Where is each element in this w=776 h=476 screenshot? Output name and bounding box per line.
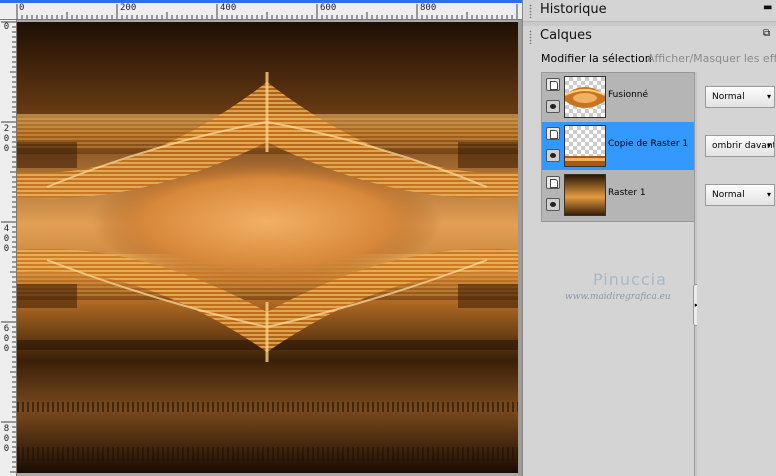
- layer-row-copie-raster-1[interactable]: Copie de Raster 1: [542, 122, 694, 170]
- right-panel-dock: Historique ▬ Calques ⧉ Modifier la sélec…: [522, 0, 776, 476]
- minimize-icon[interactable]: ▬: [763, 3, 773, 13]
- blend-mode-value: Normal: [712, 190, 745, 200]
- show-hide-effects-button[interactable]: Afficher/Masquer les effets: [647, 48, 776, 70]
- vruler-label-800-a: 8: [3, 424, 10, 434]
- vertical-ruler: 0 2 0 0 4 0 0 6 0 0 8 0 0: [0, 20, 17, 476]
- vruler-label-800-b: 0: [3, 434, 10, 444]
- vruler-label-200-c: 0: [3, 144, 10, 154]
- layer-page-icon[interactable]: [546, 176, 560, 189]
- watermark-name: Pinuccia: [593, 270, 667, 289]
- vruler-label-200-b: 0: [3, 134, 10, 144]
- layers-toolbar: Modifier la sélection Afficher/Masquer l…: [523, 48, 776, 70]
- ruler-label-800: 800: [420, 3, 437, 13]
- dropdown-arrow-icon: ▾: [766, 92, 771, 101]
- layer-row-raster-1[interactable]: Raster 1: [542, 171, 694, 219]
- blend-mode-dropdown-raster[interactable]: Normal ▾: [705, 184, 775, 206]
- layer-name: Raster 1: [608, 188, 646, 198]
- vruler-label-400-b: 0: [3, 234, 10, 244]
- vruler-label-600-c: 0: [3, 344, 10, 354]
- watermark-url: www.maidiregrafica.eu: [565, 292, 671, 302]
- ruler-label-200: 200: [120, 3, 137, 13]
- history-panel-title: Historique: [540, 2, 607, 17]
- layer-row-fusionne[interactable]: Fusionné: [542, 73, 694, 121]
- blend-mode-value: ombrir davant…: [712, 141, 774, 151]
- ruler-label-400: 400: [220, 3, 237, 13]
- layers-panel-header[interactable]: Calques ⧉: [523, 26, 776, 48]
- blend-mode-column: Normal ▾ ombrir davant… ▾ Normal ▾: [697, 72, 776, 476]
- horizontal-ruler: 0 200 400 600 800: [0, 0, 522, 20]
- ruler-label-600: 600: [320, 3, 337, 13]
- layer-thumbnail: [564, 76, 606, 118]
- vruler-label-800-c: 0: [3, 444, 10, 454]
- horizontal-ruler-ticks: [16, 4, 518, 19]
- grip-icon: [529, 30, 532, 44]
- layers-panel-title: Calques: [540, 28, 592, 43]
- vruler-label-600-b: 0: [3, 334, 10, 344]
- layer-thumbnail: [564, 174, 606, 216]
- history-panel-header[interactable]: Historique ▬: [523, 0, 776, 22]
- eye-icon[interactable]: [546, 100, 560, 113]
- eye-icon[interactable]: [546, 149, 560, 162]
- blend-mode-value: Normal: [712, 92, 745, 102]
- image-editor-area: 0 200 400 600 800 0 2 0 0 4 0 0 6 0 0 8 …: [0, 0, 522, 476]
- blend-mode-dropdown-copie[interactable]: ombrir davant… ▾: [705, 135, 775, 157]
- layer-thumbnail: [564, 125, 606, 167]
- float-panel-icon[interactable]: ⧉: [763, 29, 773, 39]
- layer-name: Fusionné: [608, 90, 649, 100]
- modify-selection-button[interactable]: Modifier la sélection: [541, 48, 652, 70]
- layer-page-icon[interactable]: [546, 127, 560, 140]
- eye-icon[interactable]: [546, 198, 560, 211]
- layer-name: Copie de Raster 1: [608, 139, 689, 149]
- dropdown-arrow-icon: ▾: [766, 141, 771, 150]
- vruler-label-400-c: 0: [3, 244, 10, 254]
- dropdown-arrow-icon: ▾: [766, 190, 771, 199]
- ruler-label-0: 0: [19, 3, 25, 13]
- vruler-label-600-a: 6: [3, 324, 10, 334]
- vruler-label-200-a: 2: [3, 124, 10, 134]
- layers-list: Fusionné Copie de Raster 1 Raster 1: [541, 72, 695, 222]
- grip-icon: [529, 4, 532, 18]
- vruler-label-0: 0: [3, 22, 10, 32]
- artwork-canvas[interactable]: [17, 22, 518, 473]
- vruler-label-400-a: 4: [3, 224, 10, 234]
- blend-mode-dropdown-fusionne[interactable]: Normal ▾: [705, 86, 775, 108]
- layer-page-icon[interactable]: [546, 78, 560, 91]
